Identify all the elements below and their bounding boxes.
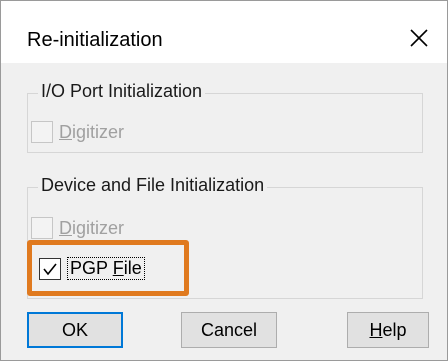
device-digitizer-label: Digitizer: [59, 217, 125, 238]
io-port-group-legend: I/O Port Initialization: [38, 81, 206, 102]
ok-button[interactable]: OK: [27, 312, 123, 348]
help-mnemonic: H: [369, 319, 383, 340]
close-icon: [410, 29, 428, 47]
help-button[interactable]: Help: [347, 312, 429, 348]
checkmark-icon: [43, 263, 57, 275]
cancel-button[interactable]: Cancel: [181, 312, 277, 348]
close-button[interactable]: [399, 20, 439, 56]
device-file-group-legend: Device and File Initialization: [38, 175, 268, 196]
dialog-title: Re-initialization: [27, 29, 163, 51]
pgp-file-checkbox[interactable]: PGP File: [39, 257, 145, 280]
io-digitizer-box[interactable]: [31, 121, 53, 143]
device-digitizer-checkbox[interactable]: Digitizer: [31, 217, 124, 239]
device-digitizer-box[interactable]: [31, 217, 53, 239]
help-label-rest: elp: [382, 319, 407, 340]
io-digitizer-label: Digitizer: [59, 121, 125, 142]
pgp-file-label: PGP File: [67, 257, 145, 280]
reinitialization-dialog: Re-initialization I/O Port Initializatio…: [0, 0, 448, 361]
title-bar: Re-initialization: [1, 1, 447, 63]
io-digitizer-checkbox[interactable]: Digitizer: [31, 121, 124, 143]
pgp-file-box[interactable]: [39, 257, 61, 280]
